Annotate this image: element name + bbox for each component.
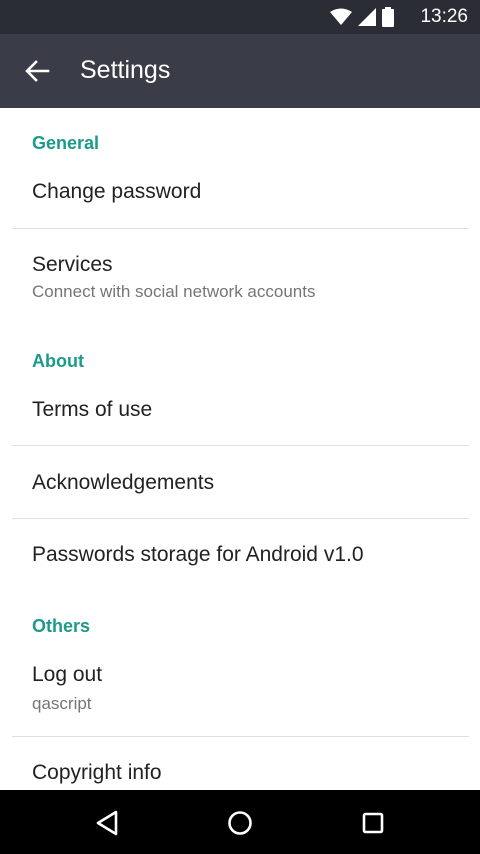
settings-item-change-password[interactable]: Change password [0,164,480,228]
settings-item-title: Passwords storage for Android v1.0 [32,543,364,566]
settings-item-version[interactable]: Passwords storage for Android v1.0 [0,519,480,591]
settings-item-terms-of-use[interactable]: Terms of use [0,382,480,446]
settings-list: General Change password Services Connect… [0,108,480,790]
arrow-back-icon[interactable] [24,58,50,84]
battery-icon [382,7,394,27]
settings-item-acknowledgements[interactable]: Acknowledgements [0,446,480,518]
app-bar: Settings [0,34,480,108]
home-circle-icon[interactable] [223,806,257,840]
settings-item-copyright-info[interactable]: Copyright info [0,737,480,790]
settings-item-title: Log out [32,663,103,686]
settings-item-log-out[interactable]: Log out qascript [0,648,480,736]
wifi-icon [330,8,352,25]
settings-item-title: Terms of use [32,398,153,421]
settings-item-title: Change password [32,180,202,203]
settings-item-title: Services [32,253,113,276]
section-header-general: General [32,133,100,153]
back-triangle-icon[interactable] [90,806,124,840]
navigation-bar [0,790,480,854]
section-header-others: Others [32,616,91,636]
status-icons [330,7,394,27]
section-header-about: About [32,351,84,371]
settings-item-subtitle: qascript [32,694,92,713]
page-title: Settings [80,56,171,84]
status-time: 13:26 [420,6,468,27]
cell-signal-icon [358,8,376,26]
recents-square-icon[interactable] [356,806,390,840]
settings-item-title: Acknowledgements [32,471,215,494]
status-bar: 13:26 [0,0,480,34]
settings-item-subtitle: Connect with social network accounts [32,282,316,301]
settings-item-title: Copyright info [32,761,162,784]
settings-item-services[interactable]: Services Connect with social network acc… [0,229,480,319]
